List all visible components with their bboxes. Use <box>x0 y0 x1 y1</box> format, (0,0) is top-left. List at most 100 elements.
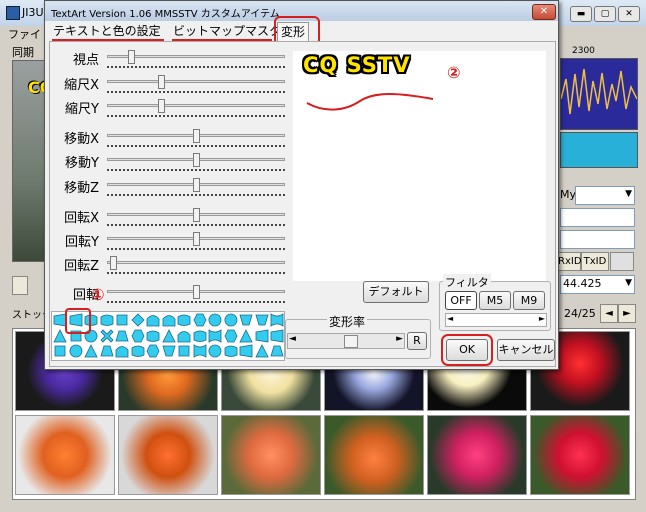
shape-cup-icon[interactable] <box>161 344 176 358</box>
menu-file[interactable]: ファイ <box>8 26 41 42</box>
shape-arch-icon[interactable] <box>177 329 191 343</box>
default-button[interactable]: デフォルト <box>363 281 429 303</box>
shape-cup-icon[interactable] <box>239 313 253 327</box>
slider-thumb[interactable] <box>193 285 200 299</box>
shape-tri-icon[interactable] <box>161 328 176 343</box>
shape-tri-icon[interactable] <box>254 344 269 358</box>
shape-dbl-icon[interactable] <box>208 328 222 343</box>
close-icon[interactable]: ✕ <box>532 4 556 20</box>
tab-text-color[interactable]: テキストと色の設定 <box>50 22 164 40</box>
shape-circle-icon[interactable] <box>208 313 222 327</box>
slider-track[interactable] <box>107 178 285 196</box>
transform-rate-thumb[interactable] <box>344 335 358 348</box>
thumbnail[interactable] <box>427 415 527 495</box>
shape-flag-icon[interactable] <box>270 329 284 343</box>
cancel-button[interactable]: キャンセル <box>497 339 555 361</box>
slider-thumb[interactable] <box>128 50 135 64</box>
filter-option-button[interactable]: OFF <box>445 291 477 310</box>
slider-thumb[interactable] <box>193 153 200 167</box>
shape-tri-icon[interactable] <box>239 328 253 343</box>
shape-x-icon[interactable] <box>99 328 114 343</box>
chevron-down-icon: ▼ <box>625 278 632 288</box>
prev-page-button[interactable]: ◄ <box>600 304 618 323</box>
rec-button[interactable] <box>610 252 634 271</box>
textart-dialog: TextArt Version 1.06 MMSSTV カスタムアイテム ✕ テ… <box>44 0 559 370</box>
shape-flag-icon[interactable] <box>239 344 253 358</box>
slider-thumb[interactable] <box>193 178 200 192</box>
shape-circle-icon[interactable] <box>69 344 83 358</box>
slider-thumb[interactable] <box>193 208 200 222</box>
filter-scrollbar[interactable]: ◄ ► <box>445 313 547 327</box>
slider-track[interactable] <box>107 232 285 250</box>
tab-bitmap-mask[interactable]: ビットマップマスク <box>170 22 284 40</box>
close-main-icon[interactable]: ✕ <box>618 6 640 22</box>
r-button[interactable]: R <box>407 332 427 350</box>
slider-thumb[interactable] <box>110 256 117 270</box>
shape-dbl-icon[interactable] <box>193 344 207 358</box>
shape-rect-icon[interactable] <box>177 344 191 358</box>
slider-thumb[interactable] <box>158 75 165 89</box>
shape-cup-icon[interactable] <box>254 313 269 327</box>
txid-button[interactable]: TxID <box>581 252 609 271</box>
shape-circle-icon[interactable] <box>208 344 222 358</box>
maximize-icon[interactable]: ▢ <box>594 6 616 22</box>
shape-wave-icon[interactable] <box>177 313 191 327</box>
tab-sync[interactable]: 同期 <box>12 44 34 60</box>
tool-button[interactable] <box>12 276 28 295</box>
shape-arch-icon[interactable] <box>146 313 160 327</box>
shape-trap-icon[interactable] <box>115 329 129 343</box>
my-select[interactable]: ▼ <box>575 186 635 205</box>
shape-arch-icon[interactable] <box>115 344 129 358</box>
slider-track[interactable] <box>107 153 285 171</box>
thumbnail[interactable] <box>530 415 630 495</box>
slider-track[interactable] <box>107 99 285 117</box>
shape-hex-icon[interactable] <box>146 344 160 358</box>
shape-wave-icon[interactable] <box>146 329 160 343</box>
slider-track[interactable] <box>107 50 285 68</box>
slider-track[interactable] <box>107 256 285 274</box>
shape-trap-icon[interactable] <box>99 344 114 358</box>
name-field[interactable] <box>560 230 635 249</box>
shape-dbl-icon[interactable] <box>270 313 284 327</box>
shape-rect-icon[interactable] <box>53 344 67 358</box>
scroll-right-icon[interactable]: ► <box>539 314 545 323</box>
shape-hex-icon[interactable] <box>193 313 207 327</box>
filter-option-button[interactable]: M5 <box>479 291 511 310</box>
slider-track[interactable] <box>107 129 285 147</box>
shape-arch-icon[interactable] <box>162 313 176 327</box>
shape-circle-icon[interactable] <box>224 313 238 327</box>
transform-rate-scrollbar[interactable]: ◄ ► <box>287 333 405 349</box>
scroll-right-icon[interactable]: ► <box>396 334 403 344</box>
thumbnail[interactable] <box>118 415 218 495</box>
thumbnail[interactable] <box>324 415 424 495</box>
shape-wave-icon[interactable] <box>100 313 114 327</box>
slider-track[interactable] <box>107 208 285 226</box>
rxid-button[interactable]: RxID <box>557 252 582 271</box>
slider-thumb[interactable] <box>193 232 200 246</box>
shape-hex-icon[interactable] <box>224 329 238 343</box>
slider-track[interactable] <box>107 285 285 303</box>
slider-thumb[interactable] <box>158 99 165 113</box>
shape-wave-icon[interactable] <box>224 344 238 358</box>
shape-wave-icon[interactable] <box>131 344 145 358</box>
call-field[interactable] <box>560 208 635 227</box>
shape-tri-icon[interactable] <box>84 344 98 358</box>
wave-annotation <box>306 93 434 111</box>
shape-wave-icon[interactable] <box>193 329 207 343</box>
freq-select[interactable]: 44.425 ▼ <box>560 275 635 294</box>
thumbnail[interactable] <box>221 415 321 495</box>
shape-trap-icon[interactable] <box>270 344 284 358</box>
scroll-left-icon[interactable]: ◄ <box>447 314 453 323</box>
filter-option-button[interactable]: M9 <box>513 291 545 310</box>
slider-label: 視点 <box>72 53 99 68</box>
slider-track[interactable] <box>107 75 285 93</box>
shape-flag-icon[interactable] <box>255 329 269 343</box>
shape-rect-icon[interactable] <box>115 313 129 327</box>
shape-hex-icon[interactable] <box>131 329 145 343</box>
thumbnail[interactable] <box>15 415 115 495</box>
scroll-left-icon[interactable]: ◄ <box>289 334 296 344</box>
shape-diamond-icon[interactable] <box>130 313 145 327</box>
next-page-button[interactable]: ► <box>618 304 636 323</box>
slider-thumb[interactable] <box>193 129 200 143</box>
minimize-icon[interactable]: ▬ <box>570 6 592 22</box>
